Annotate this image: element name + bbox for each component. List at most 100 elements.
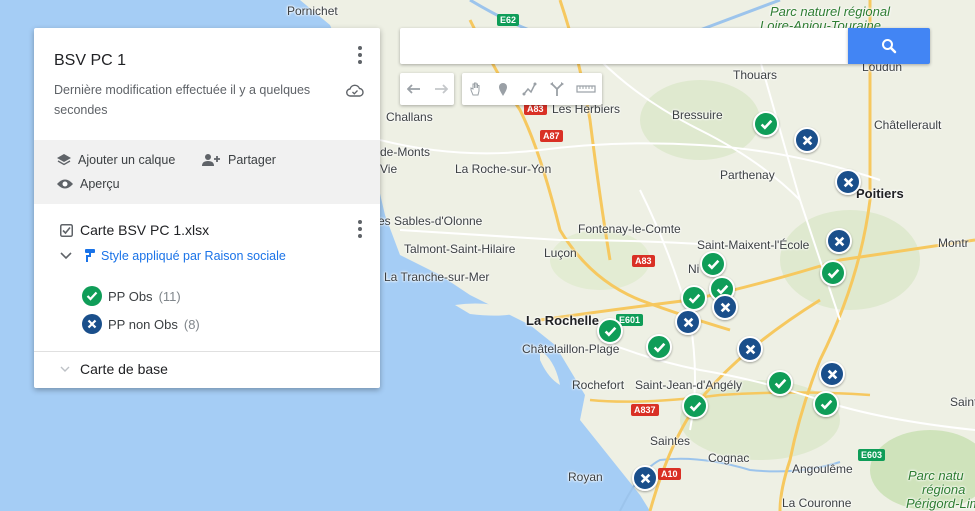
style-label: Style appliqué par Raison sociale xyxy=(101,248,286,263)
undo-redo-group xyxy=(400,73,454,105)
marker-pp-non-obs[interactable] xyxy=(835,169,861,195)
directions-icon xyxy=(549,82,564,96)
chevron-down-icon[interactable] xyxy=(60,252,72,260)
legend-item-non-obs[interactable]: PP non Obs (8) xyxy=(82,314,200,334)
map-label-royan: Royan xyxy=(568,470,603,484)
ruler-icon xyxy=(576,85,596,93)
search-button[interactable] xyxy=(848,28,930,64)
add-layer-button[interactable]: Ajouter un calque xyxy=(56,153,175,167)
search-icon xyxy=(882,39,897,54)
layer-options-menu[interactable] xyxy=(356,220,364,242)
add-marker-icon xyxy=(498,83,507,96)
map-label-chatellerault: Châtellerault xyxy=(874,118,942,132)
map-label-la-couronne: La Couronne xyxy=(782,496,852,510)
map-toolbar xyxy=(400,73,610,105)
map-label-saint-maixent: Saint-Maixent-l'École xyxy=(697,238,810,252)
marker-pp-obs[interactable] xyxy=(753,111,779,137)
road-shield-a10: A10 xyxy=(658,468,681,480)
marker-pp-obs[interactable] xyxy=(820,260,846,286)
marker-pp-obs[interactable] xyxy=(597,318,623,344)
map-label-saintes: Saintes xyxy=(650,434,691,448)
marker-pp-non-obs[interactable] xyxy=(712,294,738,320)
marker-pp-obs[interactable] xyxy=(682,393,708,419)
marker-pp-non-obs[interactable] xyxy=(737,336,763,362)
map-label-saint: Saint xyxy=(950,395,975,409)
map-label-challans: Challans xyxy=(386,110,433,124)
map-label-parc-bottom-1: Parc natu xyxy=(908,468,964,483)
layer-name[interactable]: Carte BSV PC 1.xlsx xyxy=(80,222,209,238)
hand-icon xyxy=(470,82,479,96)
map-label-talmont: Talmont-Saint-Hilaire xyxy=(404,242,516,256)
menu-dot-icon xyxy=(358,60,362,64)
map-label-la-rochelle: La Rochelle xyxy=(526,313,599,328)
map-label-la-roche-sur-yon: La Roche-sur-Yon xyxy=(455,162,552,176)
add-person-icon xyxy=(202,154,220,166)
menu-dot-icon xyxy=(358,46,362,50)
legend-label-non-obs: PP non Obs xyxy=(108,316,178,332)
share-label: Partager xyxy=(228,153,276,167)
marker-pp-obs[interactable] xyxy=(813,391,839,417)
directions-button[interactable] xyxy=(543,73,570,105)
marker-pp-non-obs[interactable] xyxy=(819,361,845,387)
redo-button[interactable] xyxy=(427,73,454,105)
panel-divider xyxy=(34,351,380,352)
map-label-la-tranche-sur-mer: La Tranche-sur-Mer xyxy=(384,270,490,284)
marker-pp-non-obs[interactable] xyxy=(794,127,820,153)
menu-dot-icon xyxy=(358,220,362,224)
legend-label-obs: PP Obs xyxy=(108,288,153,304)
map-options-menu[interactable] xyxy=(356,46,364,68)
x-circle-icon xyxy=(82,314,102,334)
legend-count-obs: (11) xyxy=(158,288,181,304)
map-label-montmorillon: Montr xyxy=(938,236,969,250)
add-marker-button[interactable] xyxy=(489,73,516,105)
marker-pp-obs[interactable] xyxy=(767,370,793,396)
style-selector[interactable]: Style appliqué par Raison sociale xyxy=(84,248,286,263)
legend-count-non-obs: (8) xyxy=(183,316,200,332)
share-button[interactable]: Partager xyxy=(202,153,276,167)
map-label-niort: Ni xyxy=(688,262,700,276)
road-shield-a87: A87 xyxy=(540,130,563,142)
undo-button[interactable] xyxy=(400,73,427,105)
map-label-angouleme: Angoulême xyxy=(792,462,853,476)
map-label-parc-naturel-top: Parc naturel régional xyxy=(770,4,890,19)
marker-pp-obs[interactable] xyxy=(646,334,672,360)
base-map-label[interactable]: Carte de base xyxy=(80,361,168,377)
marker-pp-non-obs[interactable] xyxy=(632,465,658,491)
map-label-saint-jean-dangely: Saint-Jean-d'Angély xyxy=(635,378,743,392)
tools-group xyxy=(462,73,602,105)
paint-roller-icon xyxy=(85,249,95,262)
preview-label: Aperçu xyxy=(80,177,120,191)
map-title[interactable]: BSV PC 1 xyxy=(54,52,126,70)
map-label-parc-bottom-3: Périgord-Lim xyxy=(906,496,975,511)
map-description[interactable]: Dernière modification effectuée il y a q… xyxy=(54,80,344,120)
marker-pp-non-obs[interactable] xyxy=(675,309,701,335)
undo-icon xyxy=(406,84,420,94)
road-shield-a83: A83 xyxy=(632,255,655,267)
pan-tool-button[interactable] xyxy=(462,73,489,105)
map-label-vie: Vie xyxy=(380,162,398,176)
menu-dot-icon xyxy=(358,234,362,238)
base-map-checkbox[interactable] xyxy=(60,364,70,374)
map-label-poitiers: Poitiers xyxy=(856,186,904,201)
map-label-chatelaillon: Châtelaillon-Plage xyxy=(522,342,620,356)
road-shield-e603: E603 xyxy=(858,449,886,461)
marker-pp-obs[interactable] xyxy=(681,285,707,311)
layer-checkbox[interactable] xyxy=(60,224,73,242)
map-label-cognac: Cognac xyxy=(708,451,750,465)
map-label-de-monts: de-Monts xyxy=(380,145,431,159)
search-input[interactable] xyxy=(400,28,848,64)
checkbox-checked-icon xyxy=(60,224,73,237)
layers-icon xyxy=(57,154,71,166)
measure-button[interactable] xyxy=(570,73,602,105)
cloud-saved-icon xyxy=(346,84,364,97)
preview-button[interactable]: Aperçu xyxy=(56,177,120,191)
map-label-bressuire: Bressuire xyxy=(672,108,723,122)
legend-item-obs[interactable]: PP Obs (11) xyxy=(82,286,181,306)
marker-pp-obs[interactable] xyxy=(700,251,726,277)
draw-line-button[interactable] xyxy=(516,73,543,105)
draw-line-icon xyxy=(522,82,536,96)
marker-pp-non-obs[interactable] xyxy=(826,228,852,254)
map-label-parc-bottom-2: régiona xyxy=(922,482,966,497)
menu-dot-icon xyxy=(358,227,362,231)
redo-icon xyxy=(434,84,448,94)
